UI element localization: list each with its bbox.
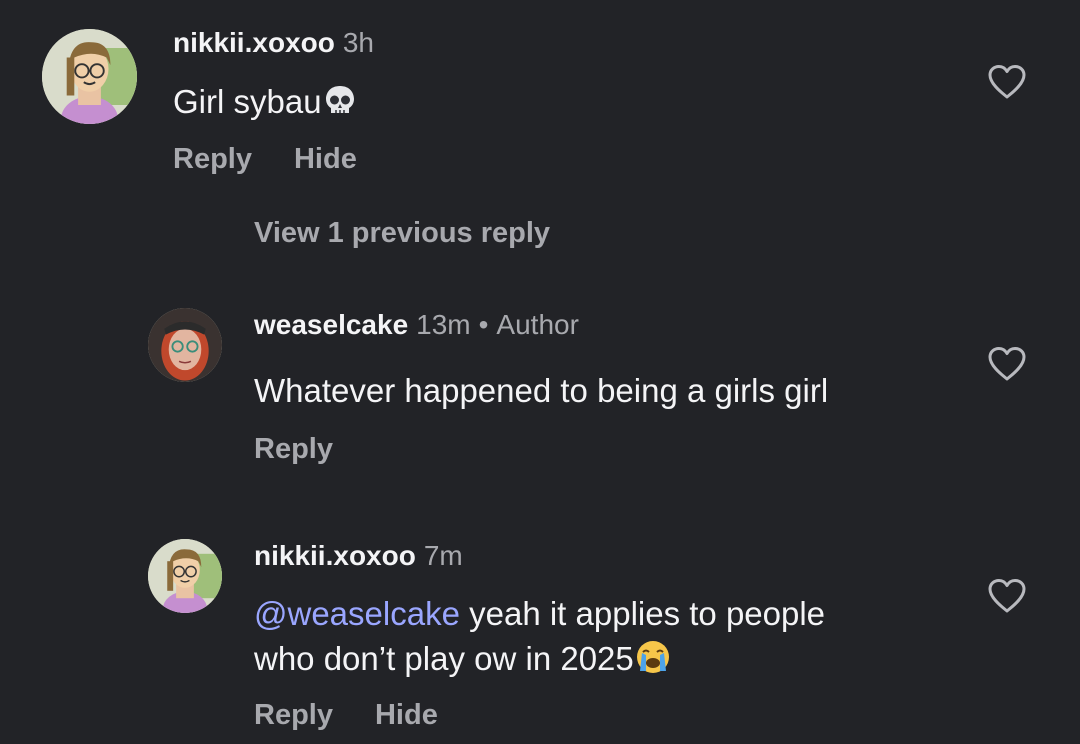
avatar-cartoon-image — [148, 539, 222, 613]
comment-body: Whatever happened to being a girls girl — [254, 372, 829, 409]
hide-button[interactable]: Hide — [375, 699, 438, 731]
comment-body-line-1: @weaselcake yeah it applies to people — [254, 594, 825, 634]
heart-outline-icon[interactable] — [987, 64, 1027, 100]
skull-emoji-icon — [322, 83, 358, 128]
heart-outline-icon[interactable] — [987, 346, 1027, 382]
avatar[interactable] — [148, 539, 222, 613]
comment-actions: Reply Hide — [173, 142, 357, 176]
comment-header: weaselcake 13m • Author — [254, 308, 579, 342]
view-previous-replies-link[interactable]: View 1 previous reply — [254, 216, 550, 250]
comment-actions: Reply Hide — [254, 698, 438, 732]
username[interactable]: nikkii.xoxoo — [173, 27, 335, 58]
comment-actions: Reply — [254, 432, 333, 466]
timestamp: 3h — [342, 27, 374, 58]
separator-dot: • — [478, 309, 489, 340]
author-badge: Author — [496, 309, 579, 340]
avatar[interactable] — [148, 308, 222, 382]
username[interactable]: weaselcake — [254, 309, 408, 340]
reply-button[interactable]: Reply — [254, 433, 333, 465]
comment-text: Girl sybau — [173, 83, 322, 120]
loudly-crying-emoji-icon — [634, 638, 672, 685]
comment-text: who don’t play ow in 2025 — [254, 640, 634, 677]
comment-body: Girl sybau — [173, 82, 358, 128]
timestamp: 13m — [416, 309, 471, 340]
timestamp: 7m — [423, 540, 463, 571]
comment-text: yeah it applies to people — [469, 595, 826, 632]
avatar[interactable] — [42, 29, 137, 124]
avatar-photo-image — [148, 308, 222, 382]
comment-body-line-2: who don’t play ow in 2025 — [254, 638, 672, 685]
avatar-cartoon-image — [42, 29, 137, 124]
mention-link[interactable]: @weaselcake — [254, 595, 460, 632]
username[interactable]: nikkii.xoxoo — [254, 540, 416, 571]
heart-outline-icon[interactable] — [987, 578, 1027, 614]
comment-header: nikkii.xoxoo 7m — [254, 539, 463, 573]
reply-button[interactable]: Reply — [254, 699, 333, 731]
reply-button[interactable]: Reply — [173, 143, 252, 175]
comment-header: nikkii.xoxoo 3h — [173, 26, 374, 60]
hide-button[interactable]: Hide — [294, 143, 357, 175]
